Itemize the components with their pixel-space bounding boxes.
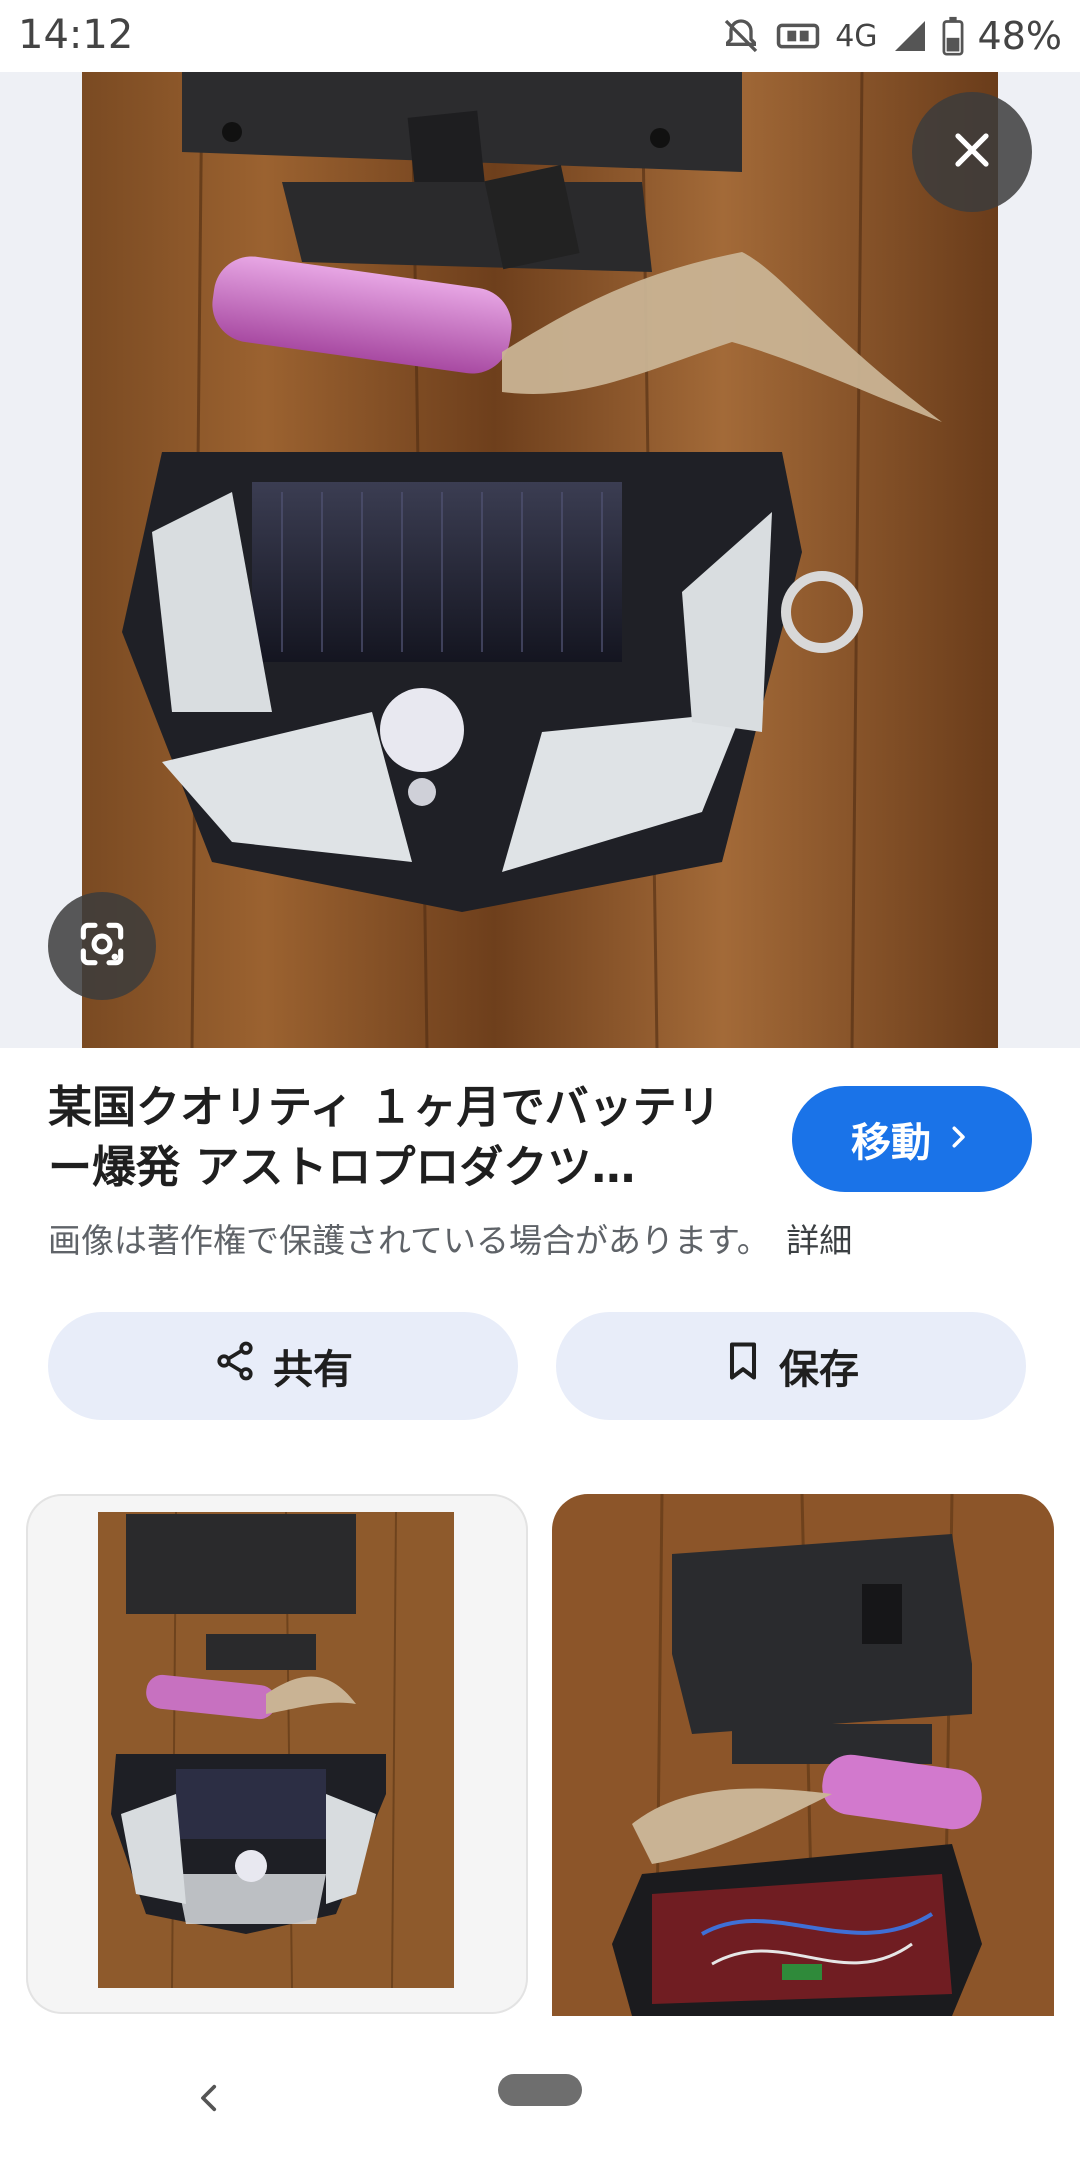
related-image-1[interactable]	[26, 1494, 528, 2014]
chevron-right-icon	[943, 1116, 973, 1162]
data-saver-icon	[775, 16, 821, 56]
share-button[interactable]: 共有	[48, 1312, 518, 1420]
visit-button[interactable]: 移動	[792, 1086, 1032, 1192]
visit-label: 移動	[851, 1120, 931, 1166]
image-viewer	[0, 72, 1080, 1048]
save-label: 保存	[779, 1347, 859, 1393]
status-bar: 14:12 4G 48%	[0, 0, 1080, 72]
home-handle[interactable]	[498, 2074, 582, 2106]
network-type: 4G	[835, 18, 878, 54]
lens-button[interactable]	[48, 892, 156, 1000]
back-button[interactable]	[180, 2070, 240, 2130]
notifications-off-icon	[721, 16, 761, 56]
share-icon	[213, 1339, 257, 1393]
copyright-notice: 画像は著作権で保護されている場合があります。 詳細	[48, 1214, 852, 1262]
save-button[interactable]: 保存	[556, 1312, 1026, 1420]
close-button[interactable]	[912, 92, 1032, 212]
share-label: 共有	[273, 1347, 353, 1393]
google-lens-icon	[74, 916, 130, 976]
signal-icon	[892, 18, 928, 54]
status-time: 14:12	[18, 12, 134, 58]
system-nav-bar	[0, 2040, 1080, 2160]
close-icon	[948, 126, 996, 178]
battery-icon	[942, 16, 964, 56]
details-link[interactable]: 詳細	[786, 1221, 852, 1260]
bookmark-icon	[723, 1339, 763, 1393]
copyright-text: 画像は著作権で保護されている場合があります。	[48, 1221, 770, 1260]
main-image[interactable]	[82, 72, 998, 1048]
back-icon	[193, 2081, 227, 2119]
battery-percent: 48%	[977, 14, 1062, 58]
result-title[interactable]: 某国クオリティ １ヶ月でバッテリー爆発 アストロプロダクツ…	[48, 1078, 748, 1198]
related-image-2[interactable]	[552, 1494, 1054, 2016]
status-icons: 4G 48%	[721, 10, 1062, 62]
